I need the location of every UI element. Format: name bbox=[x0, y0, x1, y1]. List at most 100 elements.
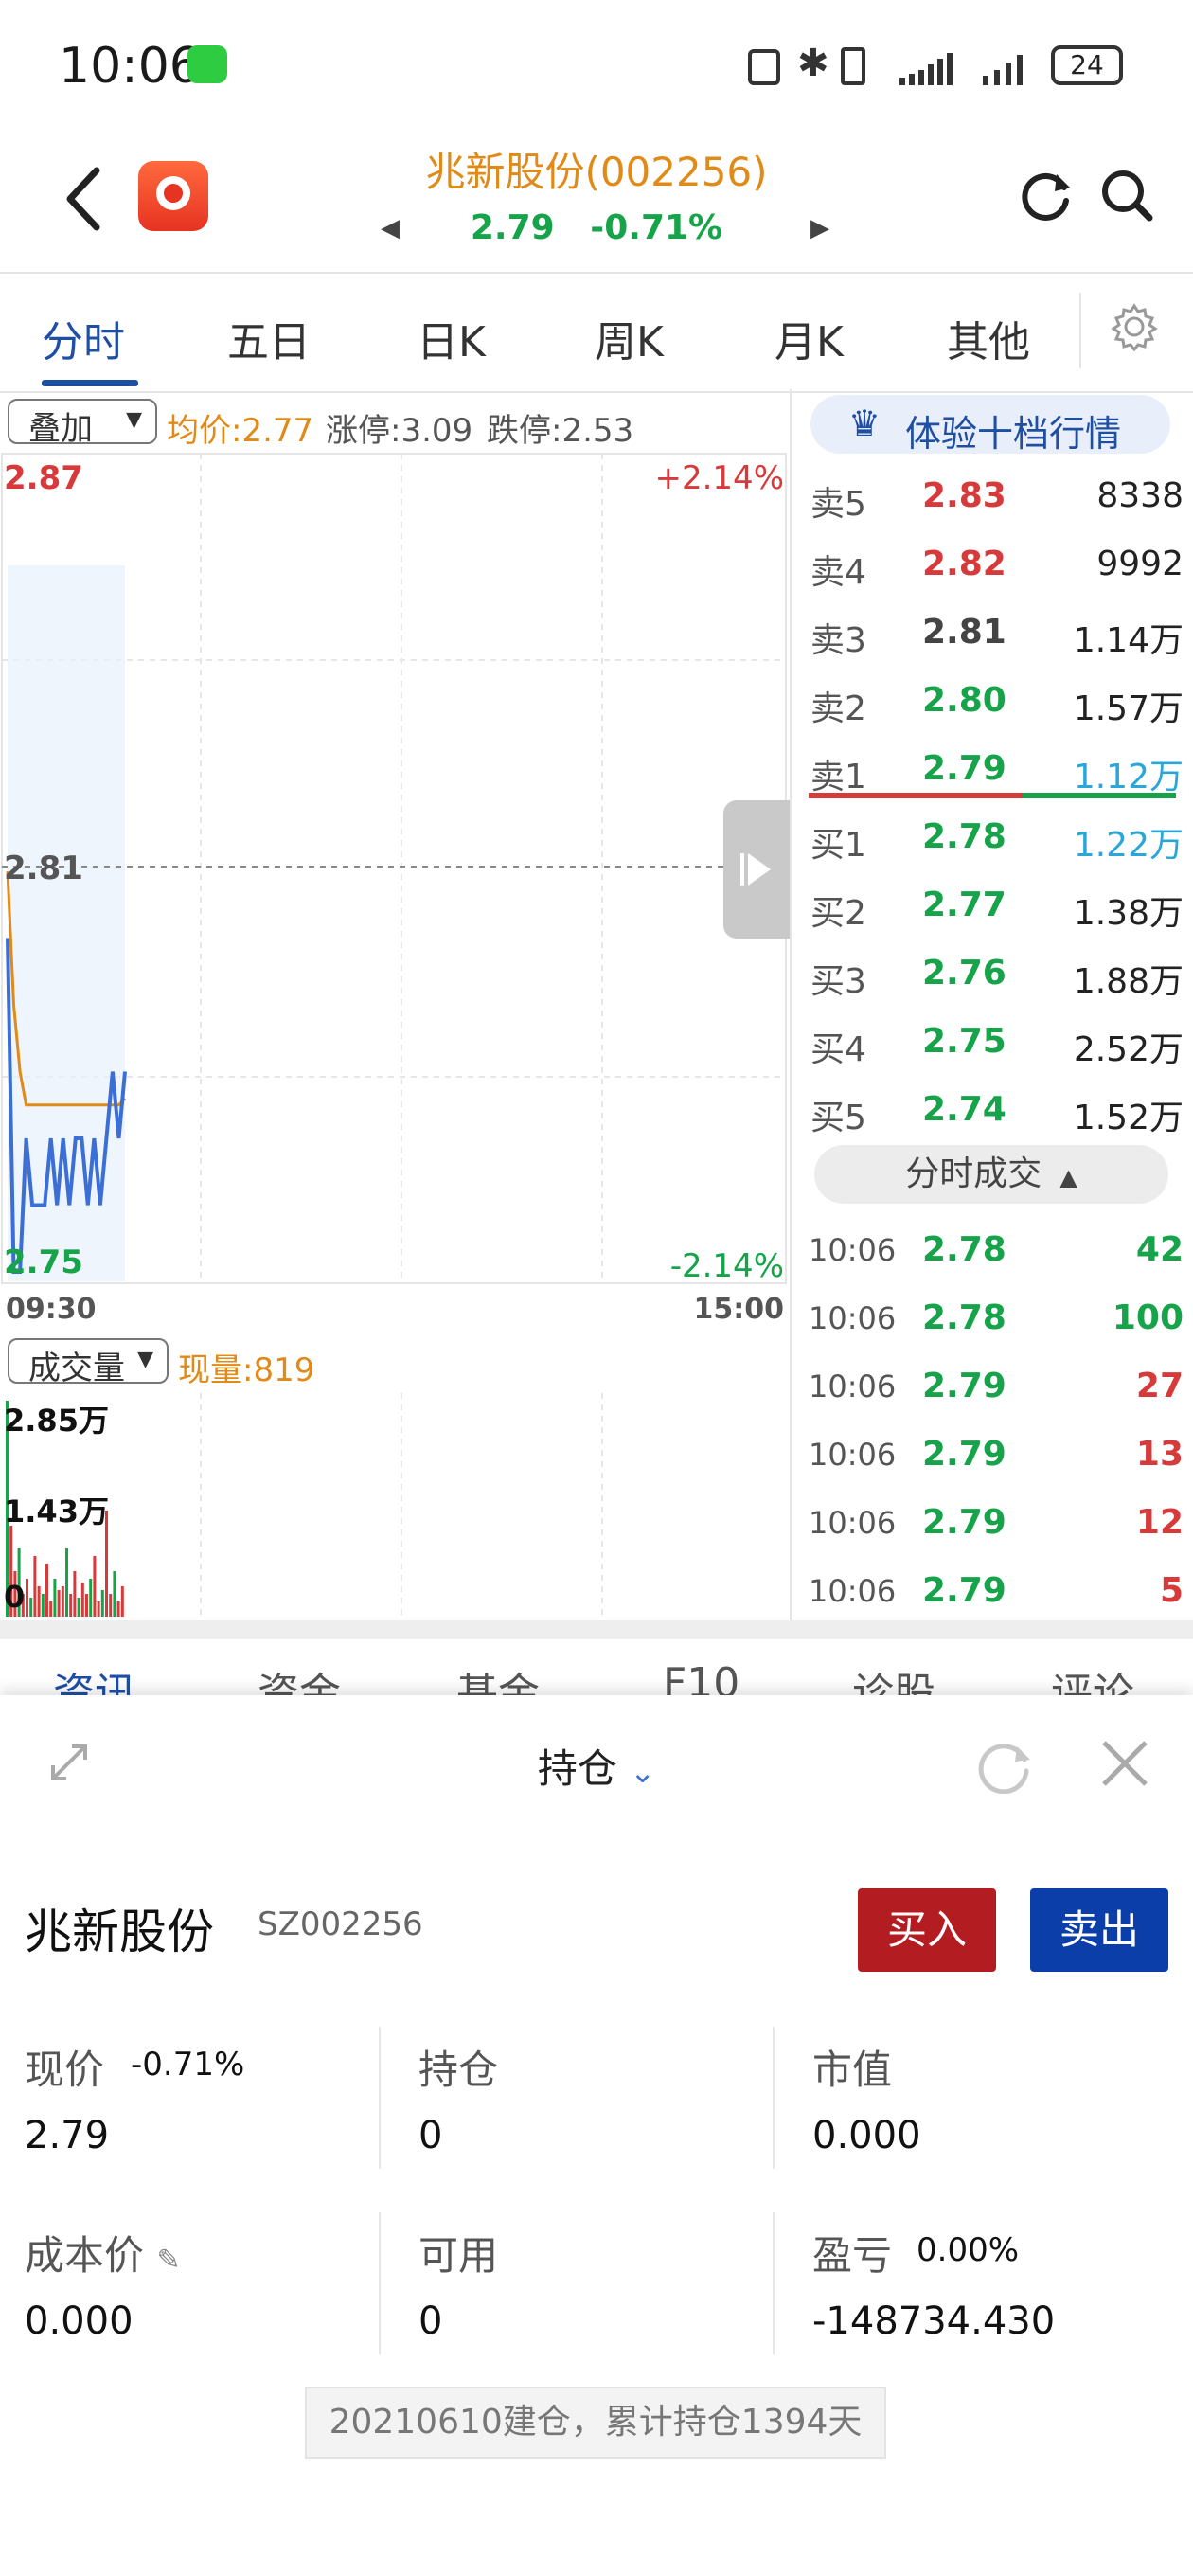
refresh-button[interactable] bbox=[1019, 167, 1074, 222]
volume-bar bbox=[41, 1594, 45, 1617]
ask-row[interactable]: 卖2 2.80 1.57万 bbox=[801, 666, 1184, 734]
dropdown-caret-icon: ▼ bbox=[137, 1348, 153, 1371]
cost-price-value: 0.000 bbox=[25, 2299, 134, 2343]
next-stock-button[interactable]: ▶ bbox=[810, 214, 829, 242]
tab-five-day[interactable]: 五日 bbox=[227, 308, 311, 368]
search-button[interactable] bbox=[1098, 167, 1155, 224]
tab-other[interactable]: 其他 bbox=[947, 308, 1030, 368]
mid-price-label: 2.81 bbox=[4, 850, 83, 887]
ask-label: 卖1 bbox=[810, 758, 866, 796]
premium-depth-badge[interactable]: ♛ 体验十档行情 bbox=[810, 395, 1170, 455]
trade-row: 10:06 2.79 5 bbox=[801, 1556, 1184, 1624]
ask-price: 2.81 bbox=[922, 613, 1006, 652]
volume-bar bbox=[37, 1586, 41, 1617]
volume-chart-svg[interactable] bbox=[0, 1393, 790, 1620]
available-label: 可用 bbox=[418, 2232, 499, 2279]
trade-row: 10:06 2.78 100 bbox=[801, 1283, 1184, 1351]
volume-bar bbox=[49, 1601, 53, 1617]
ask-row[interactable]: 卖3 2.81 1.14万 bbox=[801, 598, 1184, 666]
indicator-dropdown[interactable]: 成交量 ▼ bbox=[8, 1338, 169, 1387]
bid-price: 2.78 bbox=[922, 817, 1006, 856]
tab-fenshi[interactable]: 分时 bbox=[42, 308, 125, 368]
sheet-refresh-button[interactable] bbox=[975, 1735, 1034, 1798]
trade-price: 2.79 bbox=[922, 1367, 1006, 1405]
stock-title[interactable]: 兆新股份(002256) bbox=[0, 140, 1193, 198]
collapse-orderbook-button[interactable] bbox=[723, 800, 790, 939]
section-divider bbox=[0, 1620, 1193, 1639]
cost-price-label[interactable]: 成本价 ✎ bbox=[25, 2224, 181, 2281]
bid-row[interactable]: 买5 2.74 1.52万 bbox=[801, 1075, 1184, 1143]
ask-row[interactable]: 卖4 2.82 9992 bbox=[801, 529, 1184, 598]
trade-qty: 12 bbox=[1135, 1503, 1184, 1542]
trade-time: 10:06 bbox=[809, 1232, 897, 1268]
trade-qty: 5 bbox=[1159, 1571, 1184, 1610]
sheet-title-label: 持仓 bbox=[537, 1745, 617, 1792]
ask-row[interactable]: 卖5 2.83 8338 bbox=[801, 461, 1184, 529]
active-tab-indicator bbox=[42, 380, 138, 386]
bluetooth-icon: ✱ bbox=[797, 42, 829, 85]
volume-bar bbox=[65, 1548, 68, 1617]
trade-time: 10:06 bbox=[809, 1573, 897, 1609]
refresh-icon bbox=[978, 1744, 1030, 1795]
status-bar: 10:06 ✱ 24 bbox=[0, 0, 1193, 133]
bid-row[interactable]: 买1 2.78 1.22万 bbox=[801, 802, 1184, 870]
trade-price: 2.78 bbox=[922, 1298, 1006, 1337]
holdings-sheet: 持仓 ⌄ 兆新股份 SZ002256 买入 卖出 现价 -0.71% 2.79 … bbox=[0, 1695, 1193, 2576]
pnl-value: -148734.430 bbox=[812, 2299, 1056, 2343]
prev-stock-button[interactable]: ◀ bbox=[381, 214, 400, 242]
subtab-news[interactable]: 资讯 bbox=[53, 1659, 136, 1695]
tab-daily-k[interactable]: 日K bbox=[417, 308, 486, 368]
sell-button[interactable]: 卖出 bbox=[1030, 1888, 1168, 1972]
caret-up-icon: ▲ bbox=[1052, 1164, 1077, 1190]
bid-row[interactable]: 买4 2.75 2.52万 bbox=[801, 1007, 1184, 1075]
bid-volume: 1.88万 bbox=[1073, 962, 1184, 1001]
bottom-price-label: 2.75 bbox=[4, 1243, 83, 1281]
intraday-trades-toggle[interactable]: 分时成交 ▲ bbox=[814, 1145, 1168, 1204]
ask-label: 卖3 bbox=[810, 621, 866, 660]
subtab-funds[interactable]: 资金 bbox=[258, 1659, 341, 1695]
header-change-pct: -0.71% bbox=[590, 208, 723, 247]
subtab-f10[interactable]: F10 bbox=[663, 1659, 739, 1695]
chart-tabs: 分时 五日 日K 周K 月K 其他 bbox=[0, 272, 1193, 393]
bid-row[interactable]: 买3 2.76 1.88万 bbox=[801, 939, 1184, 1007]
settings-button[interactable] bbox=[1110, 302, 1159, 352]
ask-price: 2.80 bbox=[922, 681, 1006, 720]
trade-time: 10:06 bbox=[809, 1505, 897, 1541]
trade-price: 2.78 bbox=[922, 1230, 1006, 1269]
play-arrow-icon bbox=[740, 853, 771, 886]
column-divider bbox=[773, 2212, 775, 2354]
volume-bar bbox=[33, 1556, 37, 1617]
tab-weekly-k[interactable]: 周K bbox=[595, 308, 664, 368]
subtab-comments[interactable]: 评论 bbox=[1051, 1659, 1134, 1695]
current-price-value: 2.79 bbox=[25, 2114, 110, 2157]
volume-top-label: 2.85万 bbox=[4, 1403, 109, 1439]
tab-monthly-k[interactable]: 月K bbox=[775, 308, 844, 368]
volume-bar bbox=[73, 1571, 77, 1617]
edit-icon: ✎ bbox=[156, 2244, 181, 2277]
bid-row[interactable]: 买2 2.77 1.38万 bbox=[801, 870, 1184, 939]
volume-bar bbox=[116, 1601, 120, 1617]
cost-price-label-text: 成本价 bbox=[25, 2232, 145, 2279]
subtab-diagnosis[interactable]: 诊股 bbox=[852, 1659, 935, 1695]
avg-price: 均价:2.77 bbox=[167, 412, 314, 450]
volume-bar bbox=[26, 1579, 28, 1617]
trade-qty: 100 bbox=[1112, 1298, 1184, 1337]
subtab-fund[interactable]: 基金 bbox=[456, 1659, 540, 1695]
bid-price: 2.75 bbox=[922, 1022, 1006, 1061]
ask-volume: 8338 bbox=[1096, 476, 1184, 515]
volume-bar bbox=[113, 1571, 116, 1617]
tab-divider bbox=[1079, 293, 1081, 368]
price-chart-svg[interactable] bbox=[0, 452, 790, 1285]
intraday-chart-panel: 叠加 ▼ 均价:2.77 涨停:3.09 跌停:2.53 2.87 +2.14%… bbox=[0, 389, 790, 1620]
trade-row: 10:06 2.78 42 bbox=[801, 1215, 1184, 1283]
overlay-dropdown[interactable]: 叠加 ▼ bbox=[8, 399, 157, 448]
available-value: 0 bbox=[418, 2299, 443, 2343]
volume-bar bbox=[97, 1601, 100, 1617]
close-button[interactable] bbox=[1098, 1737, 1151, 1794]
trade-price: 2.79 bbox=[922, 1571, 1006, 1610]
buy-button[interactable]: 买入 bbox=[858, 1888, 996, 1972]
intraday-trades-label: 分时成交 bbox=[905, 1154, 1042, 1193]
trade-row: 10:06 2.79 13 bbox=[801, 1420, 1184, 1488]
top-price-label: 2.87 bbox=[4, 459, 83, 497]
trade-price: 2.79 bbox=[922, 1435, 1006, 1474]
